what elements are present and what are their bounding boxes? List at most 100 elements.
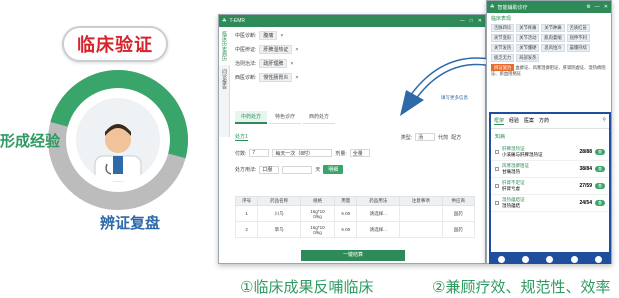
cell-note[interactable] xyxy=(398,205,443,222)
toolbar-doc-icon[interactable] xyxy=(497,255,505,263)
amount-select[interactable]: 全量 xyxy=(349,149,370,157)
panel-tab-experience[interactable]: 经验 xyxy=(509,117,519,125)
symptom-tag[interactable]: 恶风怕冷 xyxy=(541,44,565,52)
col-spec: 规格 xyxy=(299,196,336,206)
tab-tcm-rx[interactable]: 中药处方 xyxy=(235,111,268,124)
amount-label: 剂量: xyxy=(335,150,347,157)
toolbar-chat-icon[interactable] xyxy=(546,255,554,263)
field-chip[interactable]: 肝脾湿热证 xyxy=(259,45,293,54)
usage-select[interactable]: 口服 xyxy=(259,165,280,174)
remove-icon[interactable]: × xyxy=(280,33,283,39)
symptom-tag[interactable]: 舌脉四诊 xyxy=(491,24,515,32)
cell-qty[interactable]: 6.00 xyxy=(334,221,358,238)
type-label: 类型: xyxy=(400,134,413,141)
table-row[interactable]: 1 川乌 15g*10 0/kg 6.00 请选择... 国药 xyxy=(234,205,476,222)
vtab-history[interactable]: 临床历史病历 xyxy=(219,27,230,65)
days-input[interactable] xyxy=(282,165,313,174)
dose-input[interactable]: 7 xyxy=(249,149,270,157)
close-icon[interactable]: ✕ xyxy=(478,18,482,24)
remove-icon[interactable]: × xyxy=(295,75,298,81)
field-chip[interactable]: 疏肝理脾 xyxy=(259,59,288,68)
minimize-icon[interactable]: — xyxy=(460,18,465,24)
rx-header-row: 处方1 类型: 汤 代煎 配方 xyxy=(235,133,461,141)
cell-no: 1 xyxy=(234,205,259,222)
field-label: 中医诊断: xyxy=(235,33,257,39)
item-checkbox[interactable] xyxy=(495,150,499,154)
item-view-button[interactable]: 查 xyxy=(595,166,605,172)
type-select[interactable]: 汤 xyxy=(415,133,436,141)
list-item[interactable]: 肝脾湿热证 小溪痛与肝脾湿热证 28/88 查 xyxy=(491,144,609,161)
rx-usage-row: 处方用法: 口服 天 明细 xyxy=(235,165,344,174)
opt-decoct[interactable]: 代煎 xyxy=(438,134,448,141)
opt-formula[interactable]: 配方 xyxy=(451,134,461,141)
dose-label: 付数: xyxy=(235,150,247,157)
cell-usage[interactable]: 请选择... xyxy=(356,221,400,238)
settle-button[interactable]: 一键结算 xyxy=(301,250,405,261)
detail-button[interactable]: 明细 xyxy=(323,165,344,174)
symptom-tag[interactable]: 局部发热 xyxy=(516,54,540,62)
list-item[interactable]: 肝肾不足证 肝肾亏虚 27/59 查 xyxy=(491,178,609,195)
tab-special[interactable]: 特色诊疗 xyxy=(269,111,302,124)
field-chip[interactable]: 腹痛 xyxy=(259,31,278,40)
vtab-report[interactable]: 问诊报告 xyxy=(219,65,230,93)
cell-spec: 15g*10 0/kg xyxy=(299,221,336,238)
settings-icon[interactable]: ⚙ xyxy=(586,4,590,10)
symptom-tag[interactable]: 关节疼痛 xyxy=(516,24,540,32)
symptom-tag[interactable]: 舌质红苔 xyxy=(566,24,590,32)
field-row-syndrome: 中医辨证: 肝脾湿热证 × xyxy=(235,45,298,54)
symptom-tag[interactable]: 关节活动 xyxy=(516,34,540,42)
tab-western-rx[interactable]: 西药处方 xyxy=(303,111,336,124)
item-view-button[interactable]: 查 xyxy=(595,183,605,189)
maximize-icon[interactable]: □ xyxy=(470,18,473,24)
field-label: 治则治法: xyxy=(235,61,257,67)
symptom-tag[interactable]: 关节发热 xyxy=(491,44,515,52)
label-form-experience: 形成经验 xyxy=(0,133,61,150)
search-icon[interactable]: ⚲ xyxy=(602,117,606,125)
cell-name: 川乌 xyxy=(257,205,301,222)
highlight-tag[interactable]: 辨证施治 xyxy=(491,64,515,71)
panel-tab-prescriptions[interactable]: 方药 xyxy=(539,117,549,125)
item-score: 24/54 xyxy=(579,200,592,206)
close-icon[interactable]: ✕ xyxy=(604,4,608,10)
symptom-tag[interactable]: 肌肉萎缩 xyxy=(541,34,565,42)
symptom-tag[interactable]: 屈伸不利 xyxy=(566,34,590,42)
symptom-tag[interactable]: 关节肿痛 xyxy=(541,24,565,32)
item-desc: 小溪痛与肝脾湿热证 xyxy=(502,152,543,157)
cell-qty[interactable]: 6.00 xyxy=(334,205,358,222)
caption-balance: ②兼顾疗效、规范性、效率 xyxy=(432,279,611,296)
symptom-tag[interactable]: 晨僵持续 xyxy=(566,44,590,52)
item-checkbox[interactable] xyxy=(495,184,499,188)
remove-icon[interactable]: × xyxy=(290,61,293,67)
cell-note[interactable] xyxy=(398,221,443,238)
freq-select[interactable]: 每天一次（8时） xyxy=(272,149,333,157)
remove-icon[interactable]: × xyxy=(295,47,298,53)
toolbar-more-icon[interactable] xyxy=(595,255,603,263)
item-desc: 湿热蕴结 xyxy=(502,203,520,208)
symptom-tag[interactable]: 疲乏无力 xyxy=(491,54,515,62)
field-chip[interactable]: 慢性肠胃炎 xyxy=(259,73,293,82)
emr-title: T-EMR xyxy=(229,18,246,24)
minimize-icon[interactable]: — xyxy=(595,4,600,10)
panel-tab-cases[interactable]: 医案 xyxy=(524,117,534,125)
rx-label[interactable]: 处方1 xyxy=(235,133,248,141)
item-checkbox[interactable] xyxy=(495,167,499,171)
col-qty: 用量 xyxy=(334,196,358,206)
item-view-button[interactable]: 查 xyxy=(595,149,605,155)
toolbar-settings-icon[interactable] xyxy=(570,255,578,263)
symptom-tag[interactable]: 关节僵硬 xyxy=(516,44,540,52)
cell-usage[interactable]: 请选择... xyxy=(356,205,400,222)
panel-tab-framework[interactable]: 框架 xyxy=(494,117,505,125)
syndrome-summary: 辨证施治 血痹证、风寒湿痹阻证、肝肾阴虚证、湿热痹阻证、瘀血阻络证 xyxy=(487,62,611,80)
item-score: 27/59 xyxy=(579,183,592,189)
item-checkbox[interactable] xyxy=(495,201,499,205)
days-label: 天 xyxy=(315,167,321,173)
list-item[interactable]: 湿热蕴结证 湿热蕴结 24/54 查 xyxy=(491,195,609,212)
emr-window: ☘ T-EMR — □ ✕ 临床历史病历 问诊报告 中医诊断: 腹痛 × 中医辨证: … xyxy=(218,14,486,264)
item-view-button[interactable]: 查 xyxy=(595,200,605,206)
table-row[interactable]: 2 草乌 15g*10 0/kg 6.00 请选择... 国药 xyxy=(234,221,476,238)
list-item[interactable]: 风寒湿痹阻证 甘痛湿热 38/84 查 xyxy=(491,161,609,178)
curved-arrow-icon xyxy=(400,57,489,116)
toolbar-user-icon[interactable] xyxy=(522,255,530,263)
symptom-tag[interactable]: 关节变形 xyxy=(491,34,515,42)
item-score: 38/84 xyxy=(579,166,592,172)
